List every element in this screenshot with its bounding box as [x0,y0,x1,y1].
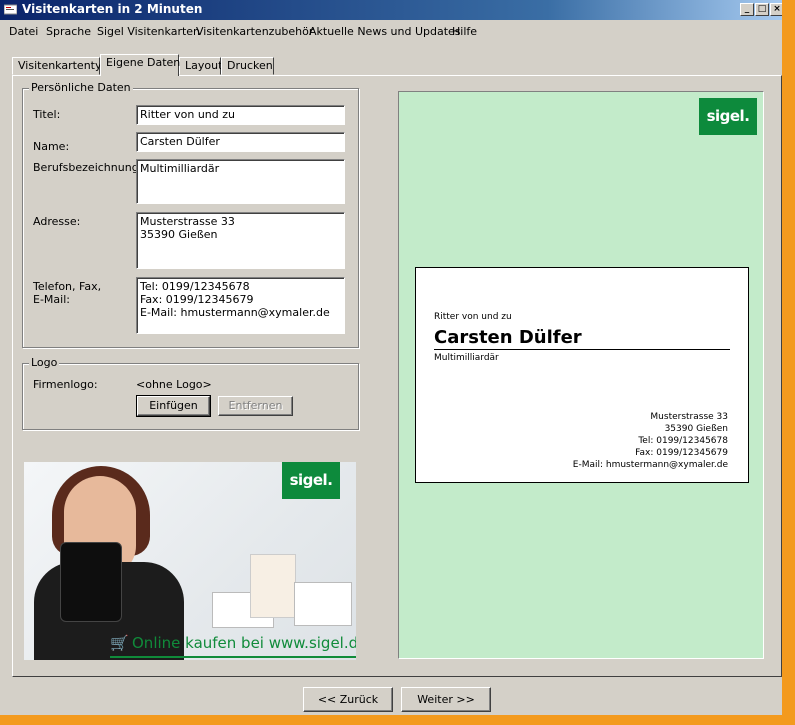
app-icon [4,4,17,15]
tab-drucken[interactable]: Drucken [221,57,274,75]
ad-tagline: Online kaufen bei www.sigel.de [132,634,356,652]
job-title-label: Berufsbezeichnung: [33,161,143,174]
card-job-text: Multimilliardär [434,353,499,363]
ad-sigel-logo: sigel. [282,462,340,499]
menu-sprache[interactable]: Sprache [46,25,91,38]
next-button[interactable]: Weiter >> [401,687,491,712]
card-name-text: Carsten Dülfer [434,327,582,348]
name-label: Name: [33,140,70,153]
remove-logo-button[interactable]: Entfernen [218,396,293,416]
cart-icon: 🛒 [110,634,129,652]
title-label: Titel: [33,108,61,121]
card-phone-line: Tel: 0199/12345678 [638,436,728,446]
title-bar: Visitenkarten in 2 Minuten _ □ × [0,0,782,20]
firm-logo-label: Firmenlogo: [33,378,98,391]
ad-underline [110,656,356,658]
close-button[interactable]: × [770,3,782,16]
ad-wallet-image [60,542,122,622]
preview-sigel-logo: sigel. [699,98,757,135]
firm-logo-value: <ohne Logo> [136,378,212,391]
minimize-button[interactable]: _ [740,3,754,16]
business-card-preview: Ritter von und zu Carsten Dülfer Multimi… [415,267,749,483]
card-address-line: Musterstrasse 33 [650,412,728,422]
menu-news-updates[interactable]: Aktuelle News und Updates [309,25,461,38]
card-email-line: E-Mail: hmustermann@xymaler.de [572,460,728,470]
card-title-text: Ritter von und zu [434,312,512,322]
contact-label: Telefon, Fax, E-Mail: [33,280,102,306]
card-fax-line: Fax: 0199/12345679 [635,448,728,458]
ad-card-sample [250,554,296,618]
menu-hilfe[interactable]: Hilfe [452,25,477,38]
name-field[interactable]: Carsten Dülfer [136,132,345,152]
title-field[interactable]: Ritter von und zu [136,105,345,125]
card-preview-panel: sigel. Ritter von und zu Carsten Dülfer … [398,91,764,659]
address-field[interactable]: Musterstrasse 33 35390 Gießen [136,212,345,269]
ad-card-sample [294,582,352,626]
menu-bar: Datei Sprache Sigel Visitenkarten Visite… [0,22,782,42]
maximize-button[interactable]: □ [755,3,769,16]
tab-visitenkartentyp[interactable]: Visitenkartentyp [12,57,108,75]
menu-datei[interactable]: Datei [9,25,38,38]
tab-layout[interactable]: Layout [179,57,222,75]
card-divider [434,349,730,350]
menu-visitenkartenzubehoer[interactable]: Visitenkartenzubehör [196,25,313,38]
back-button[interactable]: << Zurück [303,687,393,712]
app-window: Visitenkarten in 2 Minuten _ □ × Datei S… [0,0,782,715]
address-label: Adresse: [33,215,81,228]
job-title-field[interactable]: Multimilliardär [136,159,345,204]
card-address-block: Musterstrasse 33 35390 Gießen Tel: 0199/… [573,411,728,471]
insert-logo-button[interactable]: Einfügen [136,395,211,417]
window-title: Visitenkarten in 2 Minuten [22,2,203,16]
contact-field[interactable]: Tel: 0199/12345678 Fax: 0199/12345679 E-… [136,277,345,334]
logo-legend: Logo [29,356,60,369]
card-address-line: 35390 Gießen [664,424,728,434]
tab-eigene-daten[interactable]: Eigene Daten [100,54,180,76]
menu-sigel-visitenkarten[interactable]: Sigel Visitenkarten [97,25,200,38]
sigel-ad-banner[interactable]: sigel. 🛒 Online kaufen bei www.sigel.de [24,462,356,660]
personal-data-legend: Persönliche Daten [29,81,133,94]
